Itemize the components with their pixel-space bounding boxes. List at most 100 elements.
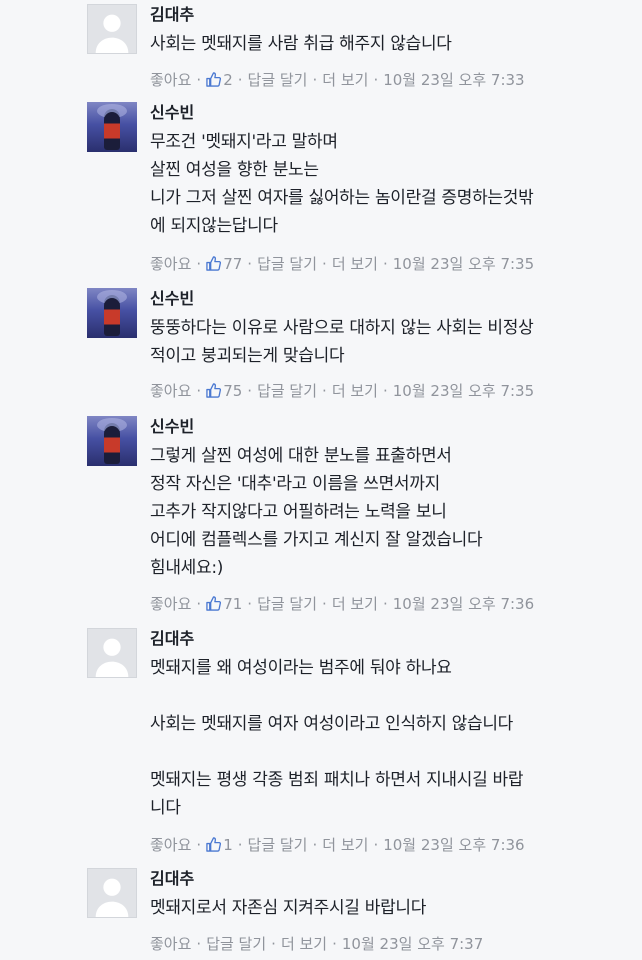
comment-author-link[interactable]: 신수빈 [150, 288, 194, 310]
comment-text-line: 멧돼지를 왜 여성이라는 범주에 둬야 하나요 [150, 658, 452, 678]
default-profile-icon [88, 869, 136, 917]
comment-body: 사회는 멧돼지를 사람 취급 해주지 않습니다 [150, 30, 636, 58]
comment-text-line: 적이고 붕괴되는게 맞습니다 [150, 346, 345, 366]
reply-button[interactable]: 답글 달기 [257, 255, 317, 273]
more-button[interactable]: 더 보기 [281, 935, 327, 953]
comment-body: 그렇게 살찐 여성에 대한 분노를 표출하면서 정작 자신은 '대추'라고 이름을… [150, 442, 636, 582]
like-count[interactable]: 75 [206, 382, 242, 400]
separator-dot: · [196, 595, 202, 613]
separator-dot: · [382, 255, 388, 273]
like-button[interactable]: 좋아요 [150, 382, 191, 400]
comment-text-line: 사회는 멧돼지를 사람 취급 해주지 않습니다 [150, 34, 452, 54]
thumbs-up-icon [206, 383, 222, 403]
like-count-value: 71 [223, 595, 243, 613]
comment-text-line: 니가 그저 살찐 여자를 싫어하는 놈이란걸 증명하는것밖 [150, 188, 534, 208]
more-button[interactable]: 더 보기 [322, 71, 368, 89]
separator-dot: · [332, 935, 337, 953]
profile-photo-figure [104, 112, 120, 150]
comment-meta: 좋아요 · 71 · 답글 달기 · 더 보기 · 10월 23일 오후 7:36 [150, 594, 534, 616]
comment-body: 멧돼지로서 자존심 지켜주시길 바랍니다 [150, 894, 636, 922]
separator-dot: · [196, 935, 202, 953]
separator-dot: · [247, 595, 253, 613]
comment-text-line: 멧돼지는 평생 각종 범죄 패치나 하면서 지내시길 바랍 [150, 770, 524, 790]
separator-dot: · [271, 935, 276, 953]
profile-photo-figure [104, 426, 120, 464]
comment-body: 멧돼지를 왜 여성이라는 범주에 둬야 하나요사회는 멧돼지를 여자 여성이라고… [150, 654, 636, 822]
comment-text-line: 고추가 작지않다고 어필하려는 노력을 보니 [150, 502, 447, 522]
comment-timestamp[interactable]: 10월 23일 오후 7:37 [342, 935, 483, 953]
reply-button[interactable]: 답글 달기 [248, 71, 308, 89]
like-count[interactable]: 1 [206, 836, 233, 854]
comment-meta: 좋아요 · 77 · 답글 달기 · 더 보기 · 10월 23일 오후 7:35 [150, 254, 534, 276]
comment-author-link[interactable]: 신수빈 [150, 102, 194, 124]
comment-text-line [150, 738, 636, 766]
avatar[interactable] [87, 628, 137, 678]
comment-meta: 좋아요 · 답글 달기 · 더 보기 · 10월 23일 오후 7:37 [150, 934, 483, 954]
comment-text-line: 사회는 멧돼지를 여자 여성이라고 인식하지 않습니다 [150, 714, 513, 734]
comment-text-line: 그렇게 살찐 여성에 대한 분노를 표출하면서 [150, 446, 452, 466]
separator-dot: · [196, 836, 202, 854]
separator-dot: · [237, 836, 243, 854]
default-profile-icon [88, 5, 136, 53]
more-button[interactable]: 더 보기 [322, 836, 368, 854]
separator-dot: · [237, 71, 243, 89]
separator-dot: · [196, 71, 202, 89]
separator-dot: · [247, 382, 253, 400]
avatar[interactable] [87, 102, 137, 152]
comment-text-line: 무조건 '멧돼지'라고 말하며 [150, 132, 338, 152]
comment-text-line: 에 되지않는답니다 [150, 216, 278, 236]
avatar[interactable] [87, 868, 137, 918]
comment-text-line [150, 682, 636, 710]
comment-text-line: 멧돼지로서 자존심 지켜주시길 바랍니다 [150, 898, 427, 918]
separator-dot: · [382, 595, 388, 613]
comment-text-line: 힘내세요:) [150, 558, 224, 578]
like-button[interactable]: 좋아요 [150, 935, 191, 953]
like-button[interactable]: 좋아요 [150, 836, 191, 854]
reply-button[interactable]: 답글 달기 [206, 935, 266, 953]
like-count-value: 75 [223, 382, 243, 400]
comment-timestamp[interactable]: 10월 23일 오후 7:36 [393, 595, 534, 613]
separator-dot: · [247, 255, 253, 273]
thumbs-up-icon [206, 72, 222, 92]
comment-author-link[interactable]: 김대추 [150, 868, 194, 890]
like-button[interactable]: 좋아요 [150, 255, 191, 273]
avatar[interactable] [87, 416, 137, 466]
comment-text-line: 뚱뚱하다는 이유로 사람으로 대하지 않는 사회는 비정상 [150, 318, 534, 338]
more-button[interactable]: 더 보기 [332, 595, 378, 613]
comment-timestamp[interactable]: 10월 23일 오후 7:33 [383, 71, 524, 89]
comment-timestamp[interactable]: 10월 23일 오후 7:35 [393, 382, 534, 400]
like-count[interactable]: 2 [206, 71, 233, 89]
comment-author-link[interactable]: 김대추 [150, 4, 194, 26]
separator-dot: · [312, 836, 318, 854]
separator-dot: · [373, 71, 379, 89]
comment-body: 무조건 '멧돼지'라고 말하며살찐 여성을 향한 분노는니가 그저 살찐 여자를… [150, 128, 636, 240]
comment-meta: 좋아요 · 1 · 답글 달기 · 더 보기 · 10월 23일 오후 7:36 [150, 835, 525, 857]
more-button[interactable]: 더 보기 [332, 255, 378, 273]
separator-dot: · [312, 71, 318, 89]
comment-author-link[interactable]: 신수빈 [150, 416, 194, 438]
profile-photo-figure [104, 298, 120, 336]
reply-button[interactable]: 답글 달기 [248, 836, 308, 854]
like-count[interactable]: 77 [206, 255, 242, 273]
like-button[interactable]: 좋아요 [150, 595, 191, 613]
thumbs-up-icon [206, 256, 222, 276]
reply-button[interactable]: 답글 달기 [257, 595, 317, 613]
comment-text-line: 니다 [150, 798, 181, 818]
comment-timestamp[interactable]: 10월 23일 오후 7:35 [393, 255, 534, 273]
comment-author-link[interactable]: 김대추 [150, 628, 194, 650]
thumbs-up-icon [206, 837, 222, 857]
comment-timestamp[interactable]: 10월 23일 오후 7:36 [383, 836, 524, 854]
separator-dot: · [322, 595, 327, 613]
thumbs-up-icon [206, 596, 222, 616]
avatar[interactable] [87, 4, 137, 54]
avatar[interactable] [87, 288, 137, 338]
like-button[interactable]: 좋아요 [150, 71, 191, 89]
separator-dot: · [196, 255, 202, 273]
like-count[interactable]: 71 [206, 595, 242, 613]
separator-dot: · [322, 382, 327, 400]
more-button[interactable]: 더 보기 [332, 382, 378, 400]
default-profile-icon [88, 629, 136, 677]
comment-meta: 좋아요 · 2 · 답글 달기 · 더 보기 · 10월 23일 오후 7:33 [150, 70, 525, 92]
reply-button[interactable]: 답글 달기 [257, 382, 317, 400]
comment-text-line: 살찐 여성을 향한 분노는 [150, 160, 319, 180]
